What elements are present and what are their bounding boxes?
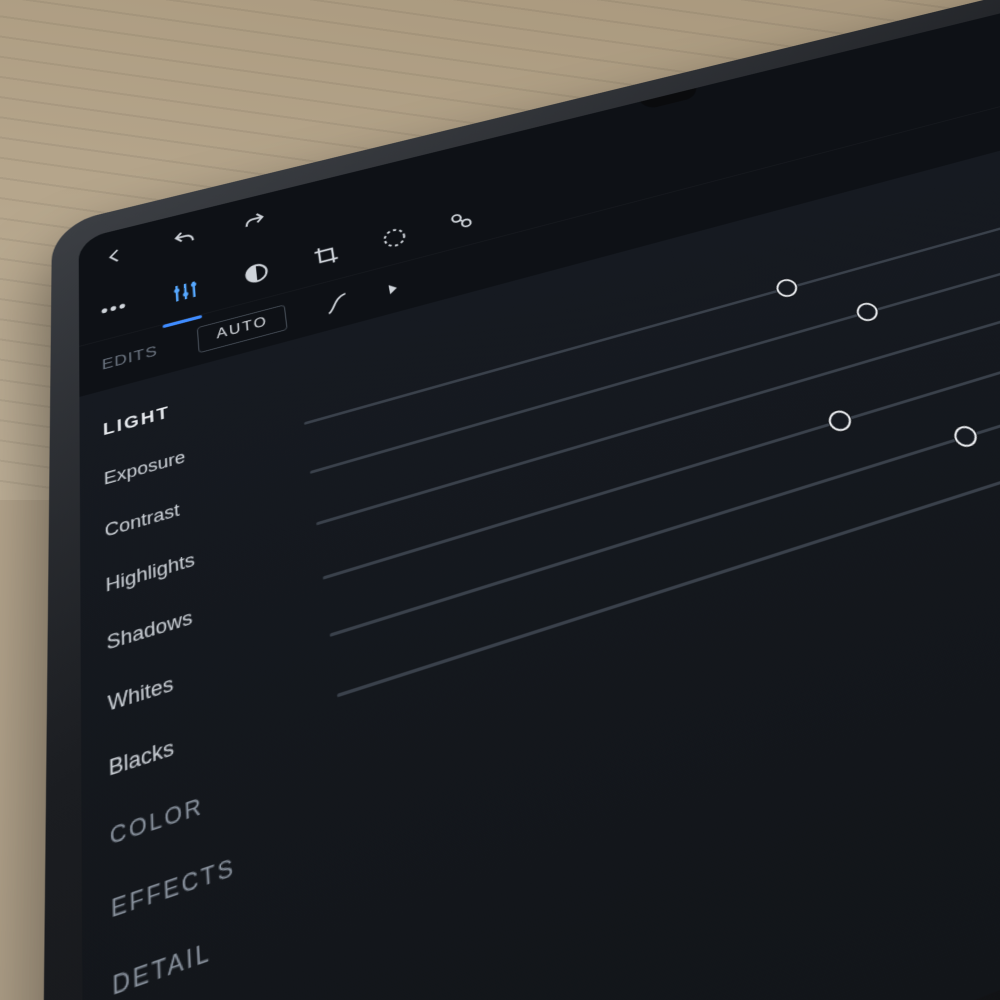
undo-icon[interactable] [170, 224, 200, 253]
tablet-device: ••• [39, 0, 1000, 1000]
back-icon[interactable] [100, 242, 129, 271]
section-label: COLOR [110, 793, 204, 851]
tone-icon[interactable] [241, 258, 272, 288]
slider-thumb[interactable] [854, 301, 881, 324]
section-label: DETAIL [112, 936, 212, 1000]
slider-thumb[interactable] [950, 424, 980, 450]
heal-icon[interactable] [446, 206, 478, 234]
redo-icon[interactable] [239, 208, 269, 236]
edits-label: EDITS [102, 343, 158, 374]
curve-icon[interactable] [324, 290, 352, 317]
expand-icon[interactable] [389, 283, 398, 294]
slider-thumb[interactable] [774, 277, 800, 299]
mask-icon[interactable] [379, 223, 410, 252]
photo-editor-app: ••• [79, 0, 1000, 1000]
slider-thumb[interactable] [826, 408, 854, 434]
section-label: LIGHT [103, 403, 171, 440]
crop-icon[interactable] [311, 240, 342, 269]
more-icon[interactable]: ••• [101, 297, 128, 322]
adjust-icon[interactable] [170, 276, 201, 306]
